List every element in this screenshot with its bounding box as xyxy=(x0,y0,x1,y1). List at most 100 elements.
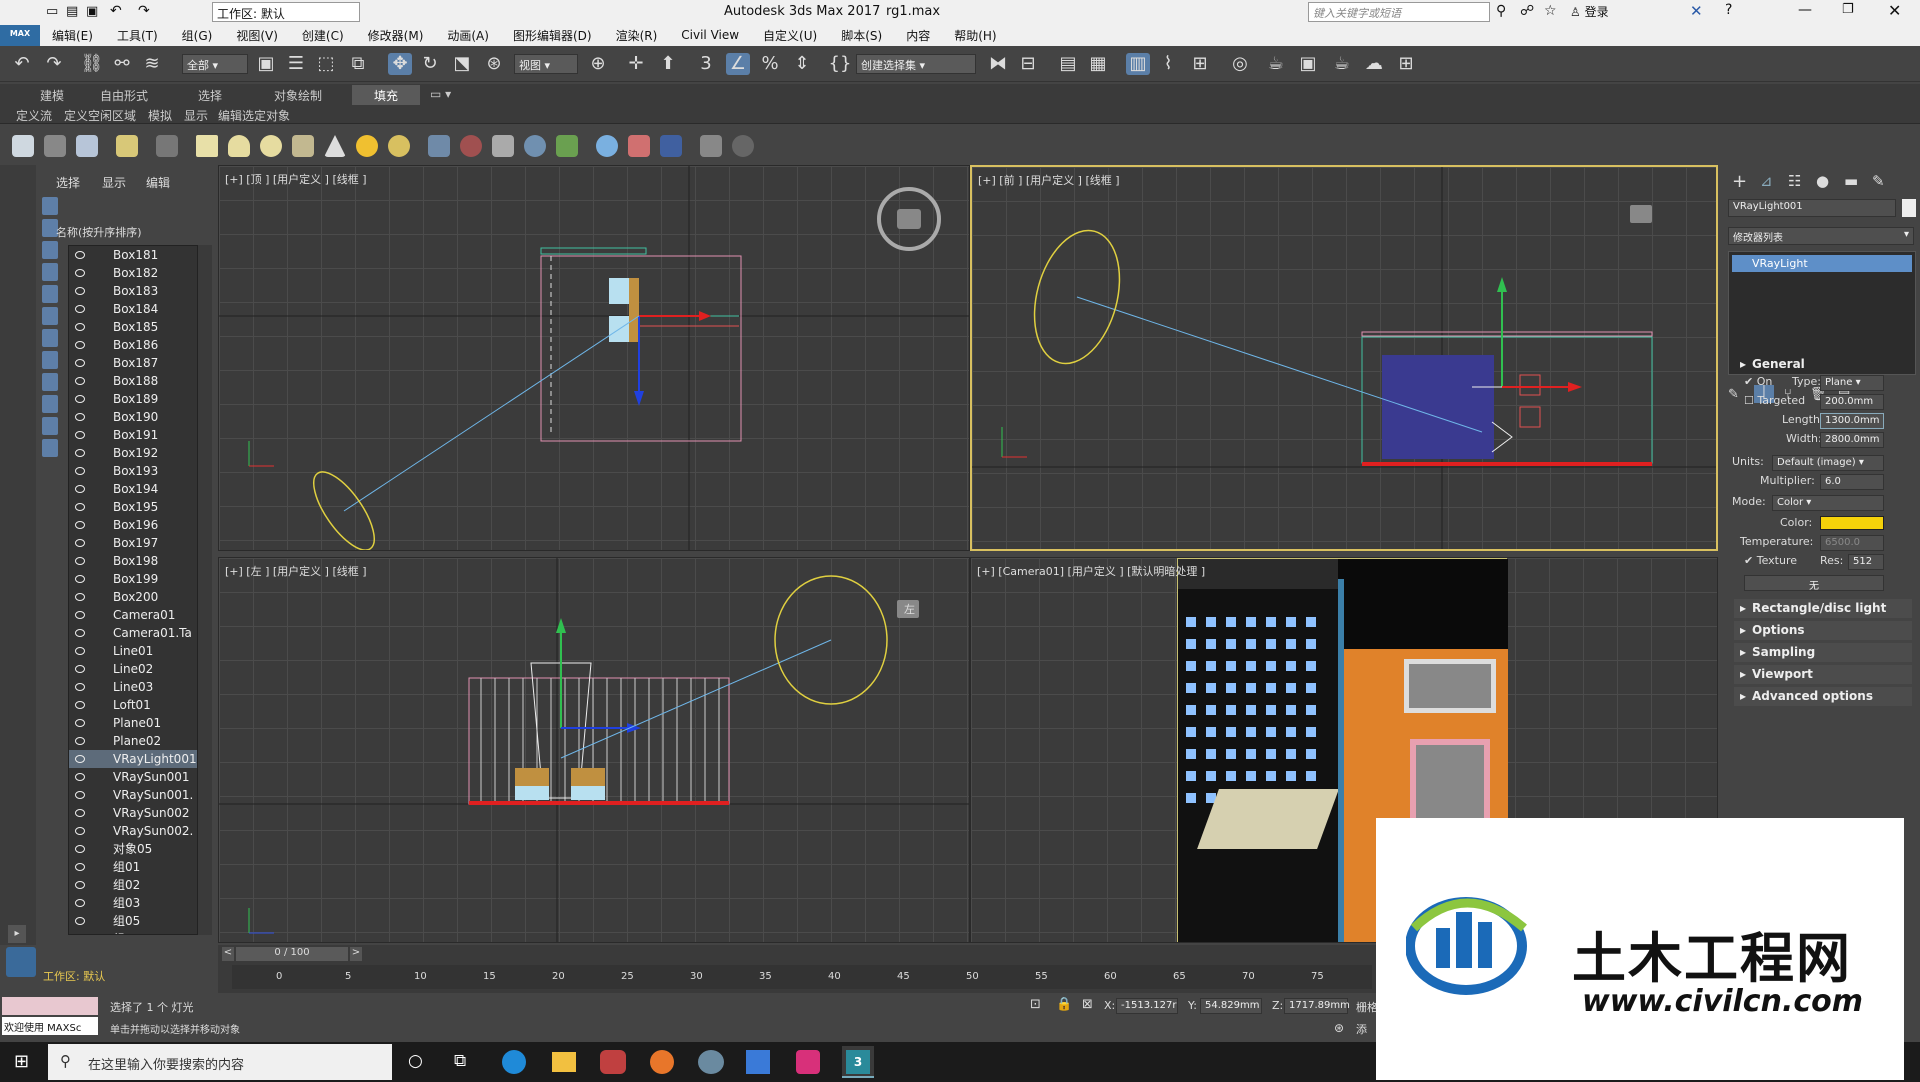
pin-stack-icon[interactable]: ✎ xyxy=(1728,387,1739,402)
taskbar-3dsmax[interactable]: 3 xyxy=(842,1046,874,1078)
toggle-ribbon-icon[interactable]: ▦ xyxy=(1086,53,1110,75)
define-idle-areas-button[interactable]: 定义空闲区域 xyxy=(64,107,136,124)
viewport-rollout[interactable]: Viewport xyxy=(1734,665,1912,684)
explorer-item[interactable]: Box200 xyxy=(69,588,197,606)
visibility-eye-icon[interactable] xyxy=(75,647,85,655)
explorer-item[interactable]: VRaySun001. xyxy=(69,786,197,804)
visibility-eye-icon[interactable] xyxy=(75,719,85,727)
visibility-eye-icon[interactable] xyxy=(75,503,85,511)
play-arrow-icon[interactable]: ▸ xyxy=(8,925,26,943)
render-setup-icon[interactable]: ☕ xyxy=(1264,53,1288,75)
visibility-eye-icon[interactable] xyxy=(75,899,85,907)
visibility-eye-icon[interactable] xyxy=(75,251,85,259)
window-crossing-icon[interactable]: ⧉ xyxy=(346,53,370,75)
redo-quick-icon[interactable]: ↷ xyxy=(138,3,150,19)
texture-map-button[interactable]: 无 xyxy=(1744,575,1884,592)
layer-explorer-icon[interactable]: ▤ xyxy=(1056,53,1080,75)
undo-quick-icon[interactable]: ↶ xyxy=(110,3,122,19)
filter-bones-icon[interactable] xyxy=(42,373,58,391)
explorer-tab-edit[interactable]: 编辑 xyxy=(146,174,170,191)
filter-warps-icon[interactable] xyxy=(42,307,58,325)
plane-icon[interactable] xyxy=(492,135,514,157)
mirror-icon[interactable]: ⧓ xyxy=(986,53,1010,75)
time-slider-prev[interactable]: < xyxy=(222,947,234,961)
fur-icon[interactable] xyxy=(428,135,450,157)
viewport-top[interactable]: [+] [顶 ] [用户定义 ] [线框 ] xyxy=(218,165,970,551)
explorer-item[interactable]: Box197 xyxy=(69,534,197,552)
filter-lights-icon[interactable] xyxy=(42,241,58,259)
pivot-center-icon[interactable]: ⊕ xyxy=(586,53,610,75)
mode-dropdown[interactable]: Color ▾ xyxy=(1772,495,1884,511)
select-and-scale-icon[interactable]: ⬔ xyxy=(450,53,474,75)
visibility-eye-icon[interactable] xyxy=(75,485,85,493)
save-icon[interactable]: ▣ xyxy=(86,4,98,19)
close-button[interactable]: ✕ xyxy=(1888,1,1901,20)
explorer-item[interactable]: Box194 xyxy=(69,480,197,498)
paint-icon[interactable] xyxy=(746,1050,770,1074)
login-label[interactable]: 登录 xyxy=(1585,5,1609,19)
visibility-eye-icon[interactable] xyxy=(75,521,85,529)
explorer-item[interactable]: Box186 xyxy=(69,336,197,354)
targeted-checkbox[interactable]: ☐ Targeted xyxy=(1744,394,1805,412)
multi-material-icon[interactable] xyxy=(628,135,650,157)
rect-selection-icon[interactable]: ⬚ xyxy=(314,53,338,75)
teapot-prim-icon[interactable] xyxy=(292,135,314,157)
bind-space-warp-icon[interactable]: ≋ xyxy=(140,53,164,75)
explorer-tab-display[interactable]: 显示 xyxy=(102,174,126,191)
explorer-workspace-label[interactable]: 工作区: 默认 xyxy=(40,965,190,985)
sun-icon[interactable] xyxy=(356,135,378,157)
explorer-item[interactable]: Box187 xyxy=(69,354,197,372)
explorer-item[interactable]: Box189 xyxy=(69,390,197,408)
menu-create[interactable]: 创建(C) xyxy=(290,27,356,44)
define-flows-button[interactable]: 定义流 xyxy=(16,107,52,124)
type-dropdown[interactable]: Plane ▾ xyxy=(1820,375,1884,391)
x-coordinate-field[interactable]: -1513.127r xyxy=(1116,998,1178,1014)
visibility-eye-icon[interactable] xyxy=(75,413,85,421)
visibility-eye-icon[interactable] xyxy=(75,467,85,475)
utilities-tab-icon[interactable]: ✎ xyxy=(1872,172,1885,190)
menu-graph-editors[interactable]: 图形编辑器(D) xyxy=(501,27,604,44)
tab-modeling[interactable]: 建模 xyxy=(40,87,64,104)
explorer-item[interactable]: Line02 xyxy=(69,660,197,678)
proxy-icon[interactable] xyxy=(460,135,482,157)
select-object-icon[interactable]: ▣ xyxy=(254,53,278,75)
visibility-eye-icon[interactable] xyxy=(75,449,85,457)
user-icon[interactable]: ♙ 登录 xyxy=(1570,3,1609,20)
explorer-item[interactable]: Box190 xyxy=(69,408,197,426)
rendered-frame-icon[interactable]: ▣ xyxy=(1296,53,1320,75)
explorer-item[interactable]: Box196 xyxy=(69,516,197,534)
light-bulb-icon[interactable] xyxy=(116,135,138,157)
material-editor-icon[interactable]: ◎ xyxy=(1228,53,1252,75)
menu-animation[interactable]: 动画(A) xyxy=(435,27,501,44)
workspace-dropdown[interactable]: 工作区: 默认 xyxy=(212,2,360,22)
select-and-move-icon[interactable]: ✥ xyxy=(388,53,412,75)
filter-groups-icon[interactable] xyxy=(42,329,58,347)
viewport-camera-label[interactable]: [+] [Camera01] [用户定义 ] [默认明暗处理 ] xyxy=(977,563,1205,579)
schematic-view-icon[interactable]: ⊞ xyxy=(1188,53,1212,75)
binoculars-icon[interactable]: ⚲ xyxy=(1496,3,1506,19)
motion-tab-icon[interactable]: ● xyxy=(1816,172,1829,190)
link-icon[interactable]: ⛓ xyxy=(80,53,104,75)
ribbon-options-icon[interactable]: ▭ ▾ xyxy=(430,87,451,101)
explorer-item[interactable]: VRaySun002. xyxy=(69,822,197,840)
app-icon-red[interactable] xyxy=(600,1050,626,1074)
menu-modifiers[interactable]: 修改器(M) xyxy=(356,27,436,44)
explorer-item[interactable]: VRayLight001 xyxy=(69,750,197,768)
edit-named-selection-icon[interactable]: {} xyxy=(828,53,852,75)
object-color-swatch[interactable] xyxy=(1902,199,1916,217)
visibility-eye-icon[interactable] xyxy=(75,377,85,385)
viewport-top-label[interactable]: [+] [顶 ] [用户定义 ] [线框 ] xyxy=(225,171,367,187)
material-sphere-icon[interactable] xyxy=(596,135,618,157)
open-file-icon[interactable]: ▤ xyxy=(66,4,78,19)
visibility-eye-icon[interactable] xyxy=(75,395,85,403)
undo-icon[interactable]: ↶ xyxy=(10,53,34,75)
time-slider-next[interactable]: > xyxy=(350,947,362,961)
edit-selected-button[interactable]: 编辑选定对象 xyxy=(218,107,290,124)
explorer-item[interactable]: Box195 xyxy=(69,498,197,516)
filter-helpers-icon[interactable] xyxy=(42,285,58,303)
render-production-icon[interactable]: ☕ xyxy=(1330,53,1354,75)
render-iterative-icon[interactable]: ⊞ xyxy=(1394,53,1418,75)
menu-views[interactable]: 视图(V) xyxy=(224,27,290,44)
visibility-eye-icon[interactable] xyxy=(75,539,85,547)
explorer-item[interactable]: Plane01 xyxy=(69,714,197,732)
